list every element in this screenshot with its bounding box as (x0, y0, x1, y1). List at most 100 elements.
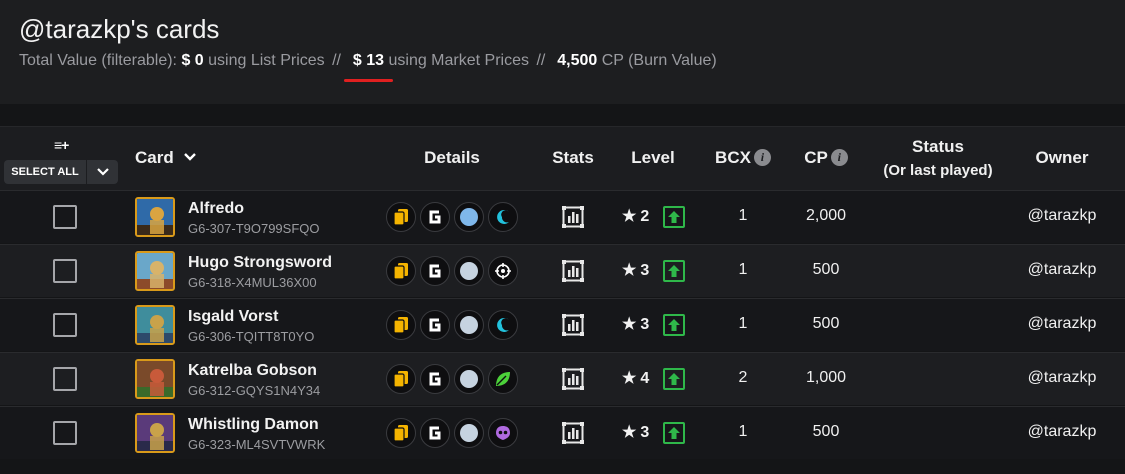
death-element-icon (488, 418, 518, 448)
row-checkbox[interactable] (53, 313, 77, 337)
cp-total-label: CP (Burn Value) (601, 52, 717, 69)
column-cp: CP i (790, 148, 862, 168)
column-bcx-label: BCX (715, 148, 751, 167)
separator: // (536, 52, 546, 69)
chevron-down-icon (96, 168, 109, 176)
card-uid: G6-307-T9O799SFQO (188, 221, 320, 236)
card-stack-icon (386, 202, 416, 232)
gray-dot-icon (454, 364, 484, 394)
select-all-button[interactable]: SELECT ALL (4, 160, 86, 184)
card-thumbnail[interactable] (135, 251, 175, 291)
card-cp: 500 (812, 315, 840, 332)
market-price-label: using Market Prices (388, 52, 529, 69)
level-up-icon[interactable] (663, 422, 685, 444)
card-bcx: 1 (738, 423, 748, 440)
select-options-button[interactable] (87, 160, 118, 184)
card-cp: 500 (812, 423, 840, 440)
card-name[interactable]: Katrelba Gobson (188, 362, 317, 380)
level-value: 3 (640, 424, 650, 441)
column-owner: Owner (1035, 148, 1089, 167)
card-thumbnail[interactable] (135, 359, 175, 399)
card-bcx: 1 (738, 207, 748, 224)
gold-g-icon (420, 364, 450, 394)
card-uid: G6-318-X4MUL36X00 (188, 275, 317, 290)
column-cp-label: CP (804, 148, 828, 167)
cp-total-value: 4,500 (557, 52, 598, 69)
card-owner[interactable]: @tarazkp (1012, 315, 1112, 333)
card-owner[interactable]: @tarazkp (1012, 369, 1112, 387)
value-summary: Total Value (filterable): $ 0 using List… (19, 52, 717, 82)
row-checkbox[interactable] (53, 259, 77, 283)
gray-dot-icon (454, 418, 484, 448)
card-name[interactable]: Isgald Vorst (188, 308, 278, 326)
column-level: Level (631, 148, 675, 167)
column-stats: Stats (552, 148, 594, 167)
level-up-icon[interactable] (663, 314, 685, 336)
stats-chart-icon[interactable] (562, 422, 584, 444)
card-bcx: 2 (738, 369, 748, 386)
star-icon: ★ (622, 316, 637, 333)
column-details: Details (424, 148, 480, 167)
table-row[interactable]: Alfredo G6-307-T9O799SFQO ★ 2 1 2,000 @ta… (0, 190, 1125, 243)
level-up-icon[interactable] (663, 206, 685, 228)
card-name[interactable]: Whistling Damon (188, 416, 319, 434)
star-icon: ★ (622, 424, 637, 441)
gold-g-icon (420, 256, 450, 286)
card-stack-icon (386, 256, 416, 286)
select-list-icon[interactable]: ≡+ (54, 137, 69, 153)
earth-element-icon (488, 364, 518, 394)
level-value: 4 (640, 370, 650, 387)
column-bcx: BCX i (706, 148, 780, 168)
card-level: ★ 2 (622, 206, 649, 226)
card-name[interactable]: Hugo Strongsword (188, 254, 332, 272)
column-status: Status (912, 137, 964, 156)
separator: // (332, 52, 341, 69)
info-icon[interactable]: i (753, 149, 771, 166)
card-thumbnail[interactable] (135, 413, 175, 453)
table-row[interactable]: Hugo Strongsword G6-318-X4MUL36X00 ★ 3 1 … (0, 244, 1125, 297)
card-cp: 2,000 (805, 207, 847, 224)
gold-g-icon (420, 202, 450, 232)
level-up-icon[interactable] (663, 260, 685, 282)
info-icon[interactable]: i (830, 149, 848, 166)
stats-chart-icon[interactable] (562, 368, 584, 390)
water-element-icon (488, 202, 518, 232)
page-header: @tarazkp's cards Total Value (filterable… (0, 0, 1125, 104)
level-value: 3 (640, 262, 650, 279)
card-thumbnail[interactable] (135, 305, 175, 345)
row-checkbox[interactable] (53, 367, 77, 391)
card-owner[interactable]: @tarazkp (1012, 423, 1112, 441)
page-title: @tarazkp's cards (19, 14, 220, 44)
level-up-icon[interactable] (663, 368, 685, 390)
level-value: 2 (640, 208, 650, 225)
card-uid: G6-323-ML4SVTVWRK (188, 437, 326, 452)
card-uid: G6-312-GQYS1N4Y34 (188, 383, 321, 398)
card-owner[interactable]: @tarazkp (1012, 207, 1112, 225)
table-row[interactable]: Katrelba Gobson G6-312-GQYS1N4Y34 ★ 4 2 1… (0, 352, 1125, 405)
total-value-label: Total Value (filterable): (19, 52, 177, 69)
gray-dot-icon (454, 256, 484, 286)
card-level: ★ 3 (622, 422, 649, 442)
card-owner[interactable]: @tarazkp (1012, 261, 1112, 279)
gold-g-icon (420, 418, 450, 448)
column-card[interactable]: Card (135, 148, 197, 168)
card-bcx: 1 (738, 315, 748, 332)
card-thumbnail[interactable] (135, 197, 175, 237)
table-row[interactable]: Whistling Damon G6-323-ML4SVTVWRK ★ 3 1 5… (0, 406, 1125, 459)
water-element-icon (488, 310, 518, 340)
table-header: ≡+ SELECT ALL Card Details Stats Level B… (0, 126, 1125, 190)
card-uid: G6-306-TQITT8T0YO (188, 329, 315, 344)
stats-chart-icon[interactable] (562, 206, 584, 228)
card-name[interactable]: Alfredo (188, 200, 244, 218)
gray-dot-icon (454, 202, 484, 232)
row-checkbox[interactable] (53, 421, 77, 445)
list-price-value: $ 0 (181, 52, 204, 69)
stats-chart-icon[interactable] (562, 314, 584, 336)
table-row[interactable]: Isgald Vorst G6-306-TQITT8T0YO ★ 3 1 500 … (0, 298, 1125, 351)
stats-chart-icon[interactable] (562, 260, 584, 282)
card-level: ★ 4 (622, 368, 649, 388)
card-stack-icon (386, 418, 416, 448)
row-checkbox[interactable] (53, 205, 77, 229)
card-cp: 500 (812, 261, 840, 278)
level-value: 3 (640, 316, 650, 333)
